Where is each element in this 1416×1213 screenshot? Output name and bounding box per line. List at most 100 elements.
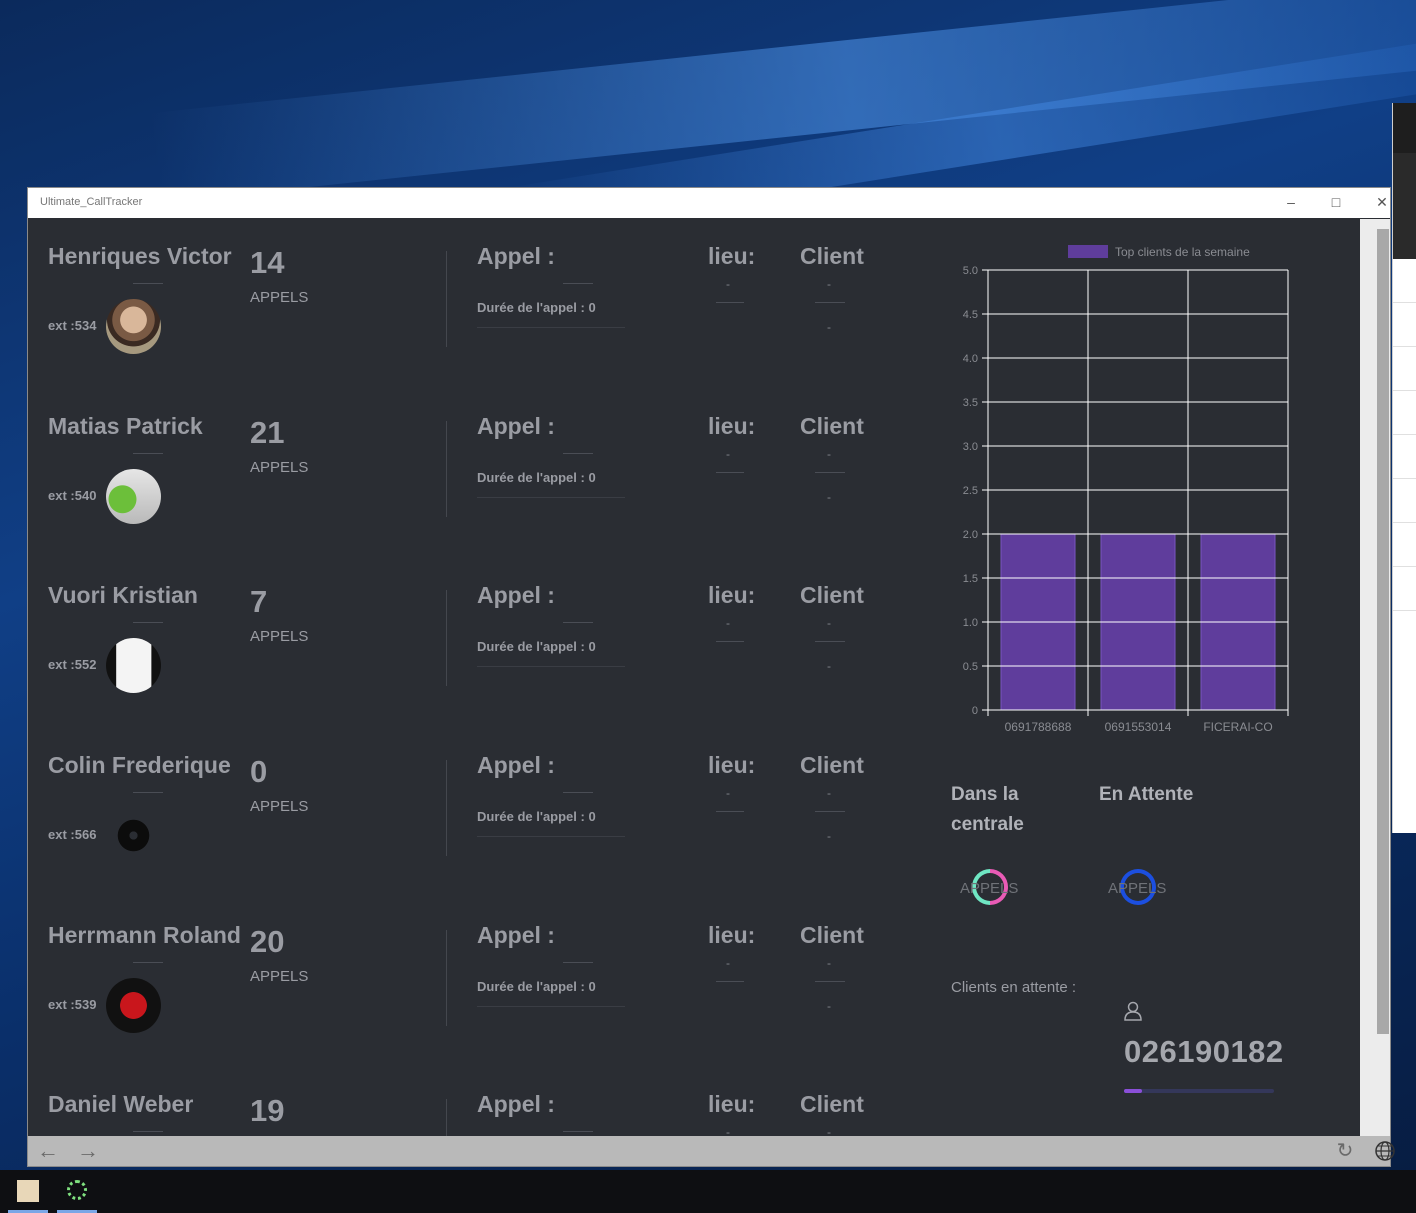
call-duration: Durée de l'appel : 0: [477, 639, 596, 654]
call-underline: [563, 622, 593, 623]
maximize-button[interactable]: □: [1326, 192, 1346, 212]
avatar-bald-man: [106, 299, 161, 354]
user-icon: [1124, 1001, 1142, 1021]
client-value: -: [827, 786, 831, 800]
close-button[interactable]: ✕: [1372, 192, 1392, 212]
call-duration: Durée de l'appel : 0: [477, 470, 596, 485]
avatar-acdc: [106, 978, 161, 1033]
clients-waiting-label: Clients en attente :: [951, 979, 1077, 996]
agent-extension: ext :566: [48, 827, 97, 842]
call-underline: [563, 453, 593, 454]
location-value: -: [726, 956, 730, 970]
duration-underline: [477, 836, 625, 837]
client-label: Client: [800, 582, 864, 608]
agent-row: Herrmann Roland ext :539 20 APPELS Appel : Du…: [28, 898, 928, 1068]
taskbar-app-loader[interactable]: [57, 1170, 97, 1213]
current-call-label: Appel :: [477, 582, 555, 608]
agent-calls-label: APPELS: [250, 459, 309, 476]
y-tick-label: 4.5: [963, 309, 978, 321]
call-duration: Durée de l'appel : 0: [477, 979, 596, 994]
vertical-scrollbar[interactable]: [1360, 219, 1390, 1136]
y-tick-label: 0.5: [963, 661, 978, 673]
agent-calls-count: 7: [250, 584, 268, 619]
waiting-progress-bar: [1124, 1089, 1274, 1093]
call-underline: [563, 283, 593, 284]
agent-row: Colin Frederique ext :566 0 APPELS Appel : Du…: [28, 728, 928, 898]
taskbar-app-ultimate[interactable]: [8, 1170, 48, 1213]
call-duration: Durée de l'appel : 0: [477, 809, 596, 824]
central-title: Dans la centrale: [951, 784, 1024, 835]
column-divider: [446, 1099, 447, 1136]
column-divider: [446, 590, 447, 686]
client-value: -: [827, 616, 831, 630]
agent-name: Vuori Kristian: [48, 582, 198, 608]
avatar-helmet: [106, 808, 161, 863]
waiting-client-number: 026190182: [1124, 1034, 1284, 1069]
duration-underline: [477, 666, 625, 667]
name-underline: [133, 962, 163, 963]
avatar-card: [106, 638, 161, 693]
waiting-calls-label: APPELS: [1108, 880, 1167, 897]
column-divider: [446, 421, 447, 517]
agent-calls-count: 21: [250, 415, 285, 450]
location-underline: [716, 641, 744, 642]
current-call-label: Appel :: [477, 922, 555, 948]
name-underline: [133, 1131, 163, 1132]
client-label: Client: [800, 243, 864, 269]
agent-name: Henriques Victor: [48, 243, 232, 269]
x-tick-label: FICERAI-CO: [1203, 720, 1272, 734]
y-tick-label: 0: [972, 705, 978, 717]
client-value: -: [827, 956, 831, 970]
client-detail: -: [827, 999, 831, 1013]
refresh-icon[interactable]: ↻: [1333, 1140, 1357, 1162]
y-tick-label: 2.5: [963, 485, 978, 497]
y-tick-label: 1.0: [963, 617, 978, 629]
agent-calls-count: 20: [250, 924, 285, 959]
y-tick-label: 4.0: [963, 353, 978, 365]
window-title: Ultimate_CallTracker: [40, 196, 143, 208]
location-value: -: [726, 277, 730, 291]
duration-underline: [477, 327, 625, 328]
agent-name: Colin Frederique: [48, 752, 231, 778]
x-tick-label: 0691788688: [1005, 720, 1072, 734]
agent-name: Herrmann Roland: [48, 922, 241, 948]
column-divider: [446, 760, 447, 856]
current-call-label: Appel :: [477, 413, 555, 439]
call-underline: [563, 962, 593, 963]
avatar-android: [106, 469, 161, 524]
client-detail: -: [827, 490, 831, 504]
x-tick-label: 0691553014: [1105, 720, 1172, 734]
globe-icon[interactable]: [1373, 1140, 1397, 1162]
top-clients-chart: Top clients de la semaine 0 0.5 1.0 1.5 2.0 2.…: [943, 239, 1303, 739]
minimize-button[interactable]: –: [1281, 192, 1301, 212]
y-tick-label: 1.5: [963, 573, 978, 585]
y-tick-label: 2.0: [963, 529, 978, 541]
top-clients-chart-svg: Top clients de la semaine 0 0.5 1.0 1.5 2.0 2.…: [963, 245, 1289, 734]
location-value: -: [726, 616, 730, 630]
client-value: -: [827, 1125, 831, 1136]
location-underline: [716, 981, 744, 982]
arrow-right-icon[interactable]: →: [76, 1140, 100, 1162]
location-label: lieu:: [708, 922, 756, 948]
location-label: lieu:: [708, 752, 756, 778]
navigation-bar: ← → ↻: [28, 1136, 1395, 1166]
client-detail: -: [827, 659, 831, 673]
current-call-label: Appel :: [477, 752, 555, 778]
location-value: -: [726, 447, 730, 461]
location-underline: [716, 472, 744, 473]
central-calls-label: APPELS: [960, 880, 1019, 897]
agent-calls-count: 19: [250, 1093, 285, 1128]
agent-row: Henriques Victor ext :534 14 APPELS Appel : D…: [28, 219, 928, 389]
current-call-label: Appel :: [477, 243, 555, 269]
waiting-title: En Attente: [1099, 784, 1194, 805]
y-tick-label: 5.0: [963, 265, 978, 277]
scrollbar-thumb[interactable]: [1377, 229, 1389, 1034]
agent-extension: ext :539: [48, 997, 97, 1012]
client-underline: [815, 472, 845, 473]
arrow-left-icon[interactable]: ←: [36, 1140, 60, 1162]
location-value: -: [726, 786, 730, 800]
name-underline: [133, 622, 163, 623]
client-value: -: [827, 447, 831, 461]
column-divider: [446, 251, 447, 347]
agent-extension: ext :540: [48, 488, 97, 503]
